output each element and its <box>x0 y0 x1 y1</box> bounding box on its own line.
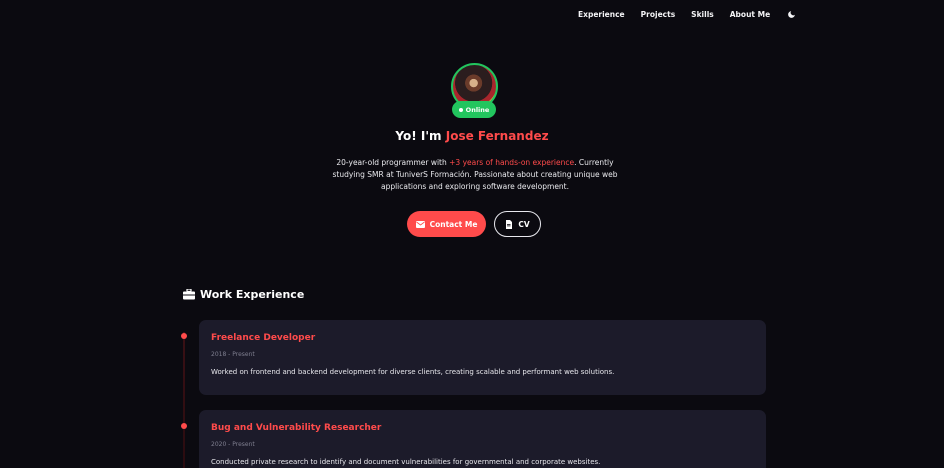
timeline-dot <box>181 423 187 429</box>
contact-me-button[interactable]: Contact Me <box>407 211 486 237</box>
hero-heading: Yo! I'm Jose Fernandez <box>0 129 944 143</box>
experience-date: 2018 - Present <box>211 351 255 358</box>
experience-description: Conducted private research to identify a… <box>211 458 601 466</box>
nav-link-skills[interactable]: Skills <box>691 10 714 19</box>
status-label: Online <box>465 105 490 114</box>
online-status-badge: Online <box>452 101 496 118</box>
experience-description: Worked on frontend and backend developme… <box>211 368 615 376</box>
contact-me-label: Contact Me <box>429 219 478 229</box>
nav-link-experience[interactable]: Experience <box>578 10 625 19</box>
nav-link-about-me[interactable]: About Me <box>730 10 770 19</box>
timeline-dot <box>181 333 187 339</box>
cv-button[interactable]: CV <box>494 211 541 237</box>
timeline-line <box>183 332 185 468</box>
document-icon <box>506 219 513 229</box>
hero-name: Jose Fernandez <box>445 129 549 143</box>
cv-label: CV <box>518 219 530 229</box>
section-title-text: Work Experience <box>200 288 305 301</box>
nav-link-projects[interactable]: Projects <box>641 10 676 19</box>
bio-highlight: +3 years of hands-on experience <box>449 158 575 167</box>
hero-bio: 20-year-old programmer with +3 years of … <box>322 157 628 193</box>
theme-toggle-button[interactable] <box>786 9 796 19</box>
experience-role: Bug and Vulnerability Researcher <box>211 423 382 433</box>
greeting-prefix: Yo! I'm <box>395 129 446 143</box>
experience-card: Bug and Vulnerability Researcher 2020 - … <box>199 410 766 468</box>
experience-card: Freelance Developer 2018 - Present Worke… <box>199 320 766 395</box>
briefcase-icon <box>183 289 195 300</box>
status-dot-icon <box>458 107 463 112</box>
envelope-icon <box>415 220 425 228</box>
section-title: Work Experience <box>183 288 304 301</box>
top-nav: Experience Projects Skills About Me <box>578 8 796 20</box>
moon-icon <box>787 10 795 18</box>
experience-role: Freelance Developer <box>211 333 316 343</box>
experience-date: 2020 - Present <box>211 441 255 448</box>
bio-text-start: 20-year-old programmer with <box>336 158 450 167</box>
